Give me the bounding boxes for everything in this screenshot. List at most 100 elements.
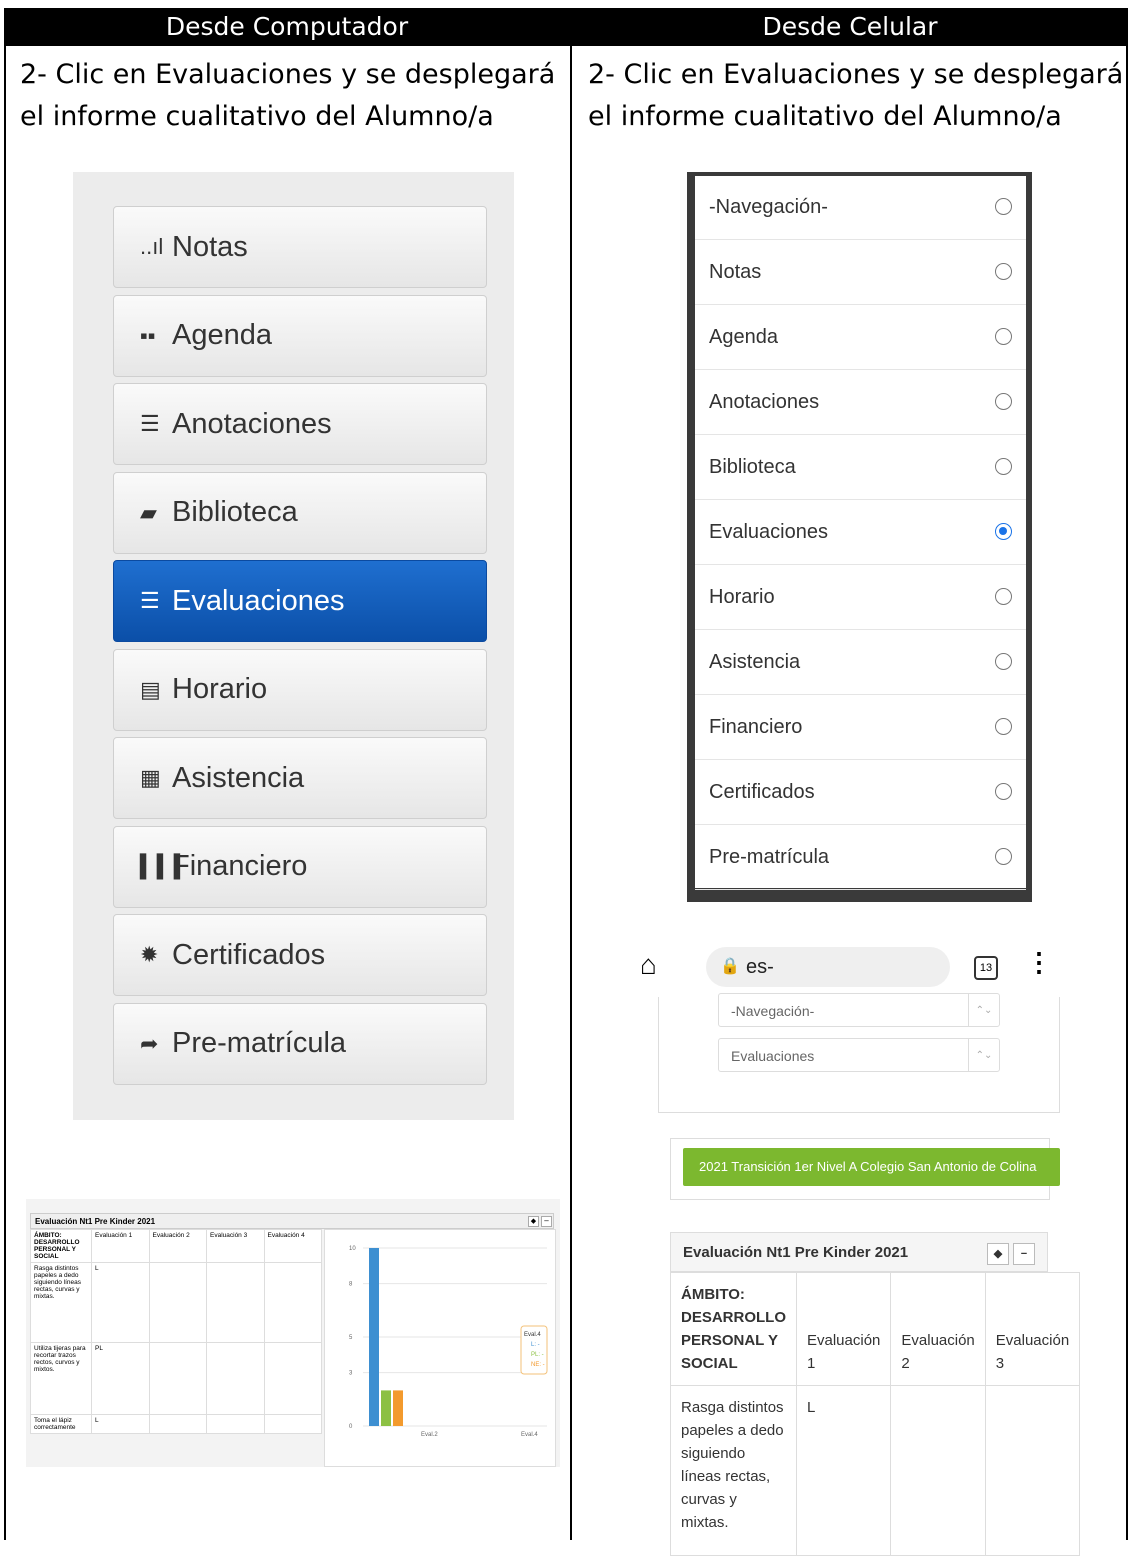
row-text: Rasga distintos papeles a dedo siguiendo… bbox=[30, 1262, 92, 1343]
radio-option[interactable]: Horario bbox=[695, 566, 1026, 630]
menu-item-biblioteca[interactable]: ▰ Biblioteca bbox=[113, 471, 487, 554]
radio-option[interactable]: Financiero bbox=[695, 696, 1026, 760]
radio-option-label: Notas bbox=[709, 261, 762, 283]
radio-unselected-icon[interactable] bbox=[995, 328, 1012, 345]
radio-option[interactable]: Pre-matrícula bbox=[695, 826, 1026, 890]
nav-select[interactable]: -Navegación- ⌃⌄ bbox=[718, 993, 1000, 1027]
course-button[interactable]: 2021 Transición 1er Nivel A Colegio San … bbox=[683, 1148, 1060, 1186]
radio-unselected-icon[interactable] bbox=[995, 783, 1012, 800]
radio-option[interactable]: Notas bbox=[695, 241, 1026, 305]
menu-item-evaluaciones[interactable]: ☰ Evaluaciones bbox=[113, 560, 487, 642]
x-tick-label: Eval.2 bbox=[421, 1432, 438, 1438]
pin-icon[interactable]: ◆ bbox=[987, 1243, 1009, 1265]
col-header: Evaluación 1 bbox=[795, 1272, 892, 1386]
radio-option[interactable]: -Navegación- bbox=[695, 176, 1026, 240]
radio-option[interactable]: Agenda bbox=[695, 306, 1026, 370]
mobile-eval-table: ÁMBITO: DESARROLLO PERSONAL Y SOCIAL Eva… bbox=[670, 1272, 1081, 1556]
certificate-icon: ✹ bbox=[140, 942, 159, 967]
radio-unselected-icon[interactable] bbox=[995, 458, 1012, 475]
column-divider bbox=[570, 8, 572, 1540]
panel-buttons: ◆ − bbox=[526, 1216, 552, 1227]
menu-item-label: Certificados bbox=[172, 938, 326, 971]
radio-unselected-icon[interactable] bbox=[995, 393, 1012, 410]
pin-icon[interactable]: ◆ bbox=[528, 1216, 539, 1227]
menu-item-label: Agenda bbox=[172, 319, 272, 351]
radio-option-label: -Navegación- bbox=[709, 196, 828, 218]
document-page: Desde Computador Desde Celular 2- Clic e… bbox=[0, 0, 1132, 1556]
radio-option-label: Horario bbox=[709, 586, 775, 608]
row-text: Utiliza tijeras para recortar trazos rec… bbox=[30, 1342, 92, 1415]
menu-item-label: Evaluaciones bbox=[172, 584, 345, 617]
home-icon[interactable]: ⌂ bbox=[640, 949, 657, 981]
radio-option-label: Pre-matrícula bbox=[709, 846, 830, 868]
bar bbox=[381, 1390, 391, 1426]
list-icon: ☰ bbox=[140, 411, 160, 436]
header-desktop: Desde Computador bbox=[4, 8, 570, 46]
updown-icon: ⌃⌄ bbox=[968, 1039, 999, 1071]
menu-item-financiero[interactable]: ▍▍▍ Financiero bbox=[113, 825, 487, 908]
caption-mobile: 2- Clic en Evaluaciones y se desplegará … bbox=[588, 59, 1124, 132]
chart-svg: 0 3 5 8 10 Eval.2 Eval.4 Eval.4 L: - PL: - NE: - bbox=[349, 1246, 548, 1438]
radio-option-label: Certificados bbox=[709, 781, 815, 803]
minimize-icon[interactable]: − bbox=[1013, 1243, 1035, 1265]
radio-option[interactable]: Anotaciones bbox=[695, 371, 1026, 435]
row-value bbox=[263, 1414, 322, 1434]
radio-unselected-icon[interactable] bbox=[995, 263, 1012, 280]
tooltip-title: Eval.4 bbox=[524, 1332, 541, 1338]
calendar-icon: ▦ bbox=[140, 765, 161, 790]
signal-bars-icon: ..ıl bbox=[140, 234, 164, 259]
menu-item-label: Financiero bbox=[172, 850, 308, 882]
mobile-eval-title: Evaluación Nt1 Pre Kinder 2021 ◆ − bbox=[670, 1232, 1048, 1272]
x-tick-label: Eval.4 bbox=[521, 1432, 538, 1438]
radio-unselected-icon[interactable] bbox=[995, 198, 1012, 215]
more-icon[interactable]: ⋮ bbox=[1026, 947, 1052, 978]
row-text: Rasga distintos papeles a dedo siguiendo… bbox=[670, 1385, 797, 1556]
row-value bbox=[206, 1414, 265, 1434]
tooltip-line: NE: - bbox=[531, 1362, 545, 1368]
caption-desktop: 2- Clic en Evaluaciones y se desplegará … bbox=[20, 59, 556, 132]
radio-list: -Navegación- Notas Agenda Anotaciones Biblio… bbox=[695, 176, 1026, 890]
url-field[interactable]: 🔒 es-apoderados.napsis.cl bbox=[706, 947, 950, 1018]
menu-item-certificados[interactable]: ✹ Certificados bbox=[113, 914, 487, 996]
menu-item-horario[interactable]: ▤ Horario bbox=[113, 648, 487, 731]
section-select[interactable]: Evaluaciones ⌃⌄ bbox=[718, 1038, 1000, 1072]
browser-toolbar: ⌂ 🔒 es-apoderados.napsis.cl 13 ⋮ bbox=[640, 945, 1060, 1018]
menu-item-pre-matr-cula[interactable]: ➦ Pre-matrícula bbox=[113, 1002, 487, 1085]
menu-item-anotaciones[interactable]: ☰ Anotaciones bbox=[113, 383, 487, 465]
y-tick-label: 0 bbox=[349, 1424, 353, 1430]
ambito-header: ÁMBITO: DESARROLLO PERSONAL Y SOCIAL bbox=[670, 1272, 797, 1386]
col-header: Evaluación 2 bbox=[890, 1272, 986, 1386]
tooltip-line: PL: - bbox=[531, 1352, 544, 1358]
bar bbox=[369, 1248, 379, 1426]
radio-unselected-icon[interactable] bbox=[995, 848, 1012, 865]
radio-option[interactable]: Certificados bbox=[695, 761, 1026, 825]
menu-item-notas[interactable]: ..ıl Notas bbox=[113, 206, 487, 288]
minimize-icon[interactable]: − bbox=[541, 1216, 552, 1227]
radio-selected-icon[interactable] bbox=[995, 523, 1012, 540]
menu-item-asistencia[interactable]: ▦ Asistencia bbox=[113, 737, 487, 819]
row-value bbox=[263, 1342, 322, 1415]
tab-count-button[interactable]: 13 bbox=[974, 956, 998, 980]
y-tick-label: 10 bbox=[349, 1246, 356, 1252]
row-value: L bbox=[91, 1414, 150, 1434]
menu-item-label: Notas bbox=[172, 230, 248, 263]
row-value bbox=[984, 1385, 1081, 1556]
radio-option[interactable]: Evaluaciones bbox=[695, 501, 1026, 565]
radio-unselected-icon[interactable] bbox=[995, 718, 1012, 735]
radio-option[interactable]: Asistencia bbox=[695, 631, 1026, 695]
radio-unselected-icon[interactable] bbox=[995, 653, 1012, 670]
row-value bbox=[148, 1262, 207, 1343]
radio-unselected-icon[interactable] bbox=[995, 588, 1012, 605]
menu-item-agenda[interactable]: ▪▪ Agenda bbox=[113, 294, 487, 377]
section-select-value: Evaluaciones bbox=[731, 1048, 815, 1064]
radio-option[interactable]: Biblioteca bbox=[695, 436, 1026, 500]
book-icon: ▰ bbox=[140, 499, 157, 525]
radio-option-label: Agenda bbox=[709, 326, 778, 348]
menu-item-label: Pre-matrícula bbox=[172, 1027, 347, 1059]
y-tick-label: 5 bbox=[349, 1335, 353, 1341]
col-header: Evaluación 1 bbox=[91, 1229, 150, 1263]
row-value: PL bbox=[91, 1342, 150, 1415]
y-tick-label: 3 bbox=[349, 1371, 353, 1377]
col-header: Evaluación 3 bbox=[206, 1229, 265, 1263]
tooltip-line: L: - bbox=[531, 1342, 540, 1348]
